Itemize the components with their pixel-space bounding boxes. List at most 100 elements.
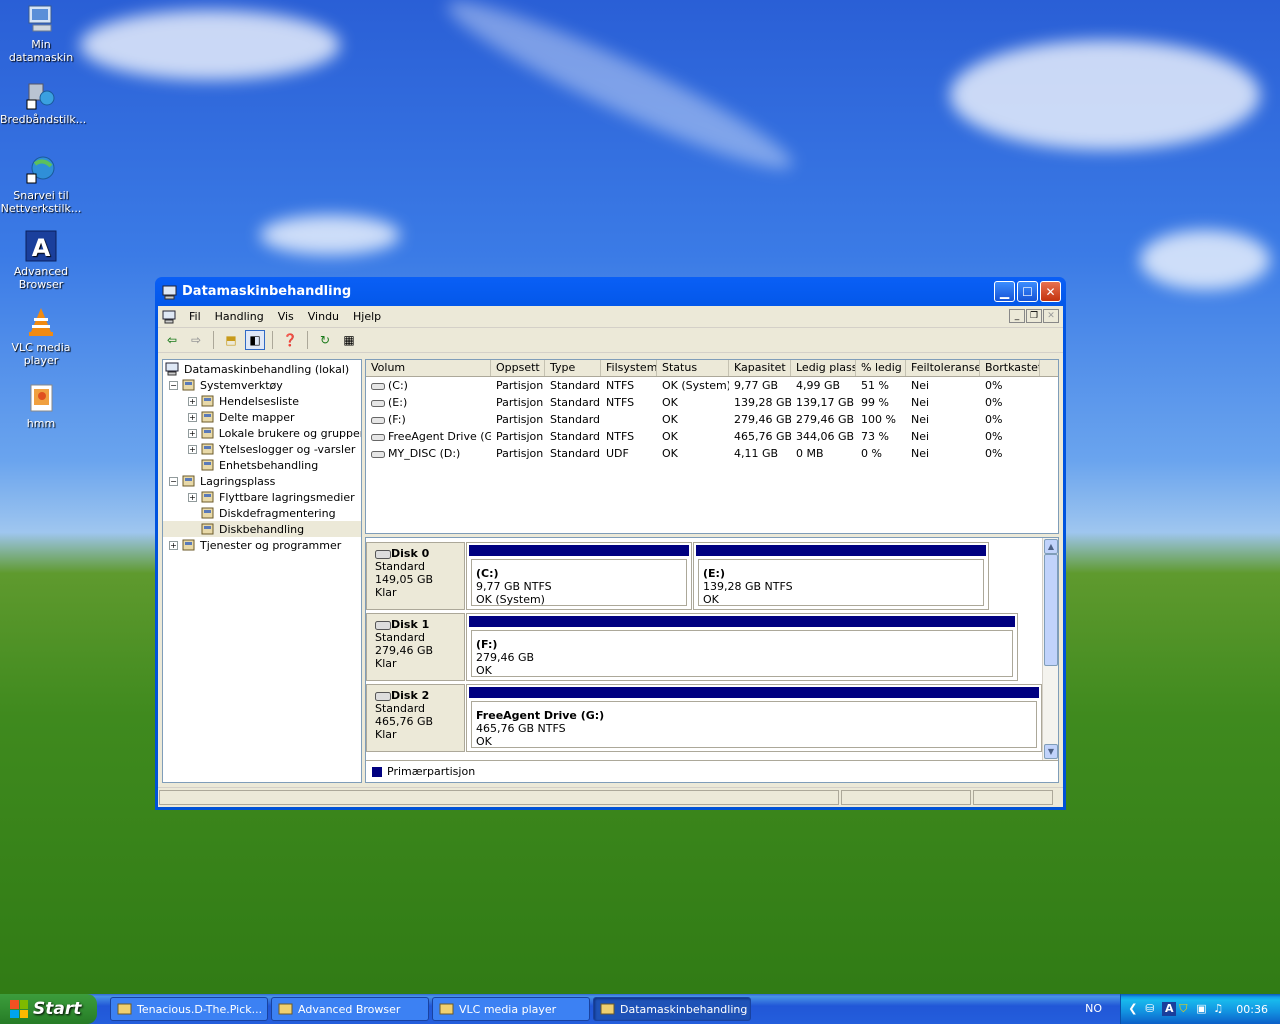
services-icon: [181, 538, 197, 552]
tree-item[interactable]: − Lagringsplass: [163, 473, 361, 489]
tree-item[interactable]: + Flyttbare lagringsmedier: [163, 489, 361, 505]
column-header[interactable]: % ledig: [856, 360, 906, 376]
refresh-button[interactable]: ↻: [315, 330, 335, 350]
column-header[interactable]: Status: [657, 360, 729, 376]
tree-item[interactable]: + Hendelsesliste: [163, 393, 361, 409]
table-row[interactable]: FreeAgent Drive (G:) Partisjon Standard NTF…: [366, 428, 1058, 445]
child-minimize-button[interactable]: _: [1009, 309, 1025, 323]
column-header[interactable]: Type: [545, 360, 601, 376]
tree-item[interactable]: + Tjenester og programmer: [163, 537, 361, 553]
table-cell: 0 %: [856, 445, 906, 462]
desktop-icon-vlc[interactable]: VLC media player: [0, 306, 82, 367]
expand-toggle[interactable]: +: [188, 412, 197, 422]
monitor-tray-icon[interactable]: ▣: [1196, 1002, 1210, 1016]
desktop-icon-advanced-browser[interactable]: A Advanced Browser: [0, 230, 82, 291]
disk-label[interactable]: Disk 1 Standard 279,46 GB Klar: [366, 613, 465, 681]
menu-hjelp[interactable]: Hjelp: [346, 310, 388, 323]
network-tray-icon[interactable]: ⛁: [1145, 1002, 1159, 1016]
expand-toggle[interactable]: −: [169, 380, 178, 390]
expand-toggle[interactable]: [188, 525, 197, 534]
graph-scrollbar[interactable]: ▲ ▼: [1042, 538, 1058, 760]
tree-item[interactable]: − Systemverktøy: [163, 377, 361, 393]
column-header[interactable]: Feiltoleranse: [906, 360, 980, 376]
table-cell: Standard: [545, 428, 601, 445]
table-row[interactable]: MY_DISC (D:) Partisjon Standard UDF OK 4,11 G…: [366, 445, 1058, 462]
column-header[interactable]: Filsystem: [601, 360, 657, 376]
tray-expand-icon[interactable]: ❮: [1128, 1002, 1142, 1016]
scroll-up-button[interactable]: ▲: [1044, 539, 1058, 554]
maximize-button[interactable]: ☐: [1017, 281, 1038, 302]
status-bar: [158, 787, 1063, 807]
tree-item[interactable]: Diskdefragmentering: [163, 505, 361, 521]
expand-toggle[interactable]: −: [169, 476, 178, 486]
minimize-button[interactable]: ▁: [994, 281, 1015, 302]
column-header[interactable]: Kapasitet: [729, 360, 791, 376]
partition-block[interactable]: (F:) 279,46 GB OK: [466, 613, 1018, 681]
security-shield-icon[interactable]: ⛉: [1179, 1002, 1193, 1016]
advanced-browser-tray-icon[interactable]: A: [1162, 1002, 1177, 1016]
help-button[interactable]: ❓: [280, 330, 300, 350]
partition-block[interactable]: (E:) 139,28 GB NTFS OK: [693, 542, 989, 610]
expand-toggle[interactable]: +: [188, 428, 197, 438]
system-menu-icon[interactable]: [162, 310, 178, 324]
desktop-icon-my-computer[interactable]: Min datamaskin: [0, 3, 82, 64]
forward-button[interactable]: ⇨: [186, 330, 206, 350]
child-close-button[interactable]: ✕: [1043, 309, 1059, 323]
taskbar-button[interactable]: Tenacious.D-The.Pick...: [110, 997, 268, 1021]
disk-row[interactable]: Disk 0 Standard 149,05 GB Klar (C:) 9,77 GB N…: [366, 542, 989, 610]
expand-toggle[interactable]: +: [188, 492, 197, 502]
partition-block[interactable]: FreeAgent Drive (G:) 465,76 GB NTFS OK: [466, 684, 1042, 752]
storage-icon: [181, 474, 197, 488]
disk-label[interactable]: Disk 0 Standard 149,05 GB Klar: [366, 542, 465, 610]
menu-vindu[interactable]: Vindu: [301, 310, 346, 323]
disk-row[interactable]: Disk 2 Standard 465,76 GB Klar FreeAgent Dri…: [366, 684, 1042, 752]
cloud: [260, 215, 400, 255]
desktop-icon-network-shortcut[interactable]: Snarvei til Nettverkstilk...: [0, 154, 82, 215]
tree-item[interactable]: + Ytelseslogger og -varsler: [163, 441, 361, 457]
column-header[interactable]: Oppsett: [491, 360, 545, 376]
child-restore-button[interactable]: ❐: [1026, 309, 1042, 323]
desktop-icon-broadband[interactable]: Bredbåndstilk...: [0, 78, 86, 126]
taskbar-button[interactable]: Advanced Browser: [271, 997, 429, 1021]
window-title: Datamaskinbehandling: [182, 284, 352, 299]
start-button[interactable]: Start: [0, 994, 97, 1024]
expand-toggle[interactable]: [188, 461, 197, 470]
close-button[interactable]: ✕: [1040, 281, 1061, 302]
table-row[interactable]: (C:) Partisjon Standard NTFS OK (System) 9,77…: [366, 377, 1058, 394]
taskbar-button[interactable]: VLC media player: [432, 997, 590, 1021]
up-one-level-button[interactable]: ⬒: [221, 330, 241, 350]
tree-item-label: Lokale brukere og grupper: [218, 426, 362, 440]
title-bar[interactable]: Datamaskinbehandling ▁ ☐ ✕: [158, 277, 1063, 306]
disk-row[interactable]: Disk 1 Standard 279,46 GB Klar (F:) 279,46 GB…: [366, 613, 1018, 681]
disk-label[interactable]: Disk 2 Standard 465,76 GB Klar: [366, 684, 465, 752]
back-button[interactable]: ⇦: [162, 330, 182, 350]
language-indicator[interactable]: NO: [1085, 1002, 1102, 1015]
scroll-thumb[interactable]: [1044, 554, 1058, 666]
column-header[interactable]: Ledig plass: [791, 360, 856, 376]
volume-tray-icon[interactable]: ♫: [1213, 1002, 1227, 1016]
scroll-down-button[interactable]: ▼: [1044, 744, 1058, 759]
clock[interactable]: 00:36: [1236, 1003, 1268, 1016]
column-header[interactable]: Bortkastet: [980, 360, 1040, 376]
column-header[interactable]: Volum: [366, 360, 491, 376]
expand-toggle[interactable]: +: [188, 444, 197, 454]
table-cell: Partisjon: [491, 428, 545, 445]
desktop-icon-hmm[interactable]: hmm: [0, 382, 82, 430]
tree-item-root[interactable]: Datamaskinbehandling (lokal): [163, 361, 361, 377]
tree-item[interactable]: + Lokale brukere og grupper: [163, 425, 361, 441]
partition-block[interactable]: (C:) 9,77 GB NTFS OK (System): [466, 542, 692, 610]
show-hide-tree-button[interactable]: ◧: [245, 330, 265, 350]
tree-item[interactable]: Enhetsbehandling: [163, 457, 361, 473]
menu-handling[interactable]: Handling: [208, 310, 271, 323]
expand-toggle[interactable]: +: [169, 540, 178, 550]
tree-item[interactable]: + Delte mapper: [163, 409, 361, 425]
menu-vis[interactable]: Vis: [271, 310, 301, 323]
expand-toggle[interactable]: [188, 509, 197, 518]
menu-fil[interactable]: Fil: [182, 310, 208, 323]
tree-item[interactable]: Diskbehandling: [163, 521, 361, 537]
table-row[interactable]: (E:) Partisjon Standard NTFS OK 139,28 GB 139,…: [366, 394, 1058, 411]
properties-button[interactable]: ▦: [339, 330, 359, 350]
table-row[interactable]: (F:) Partisjon Standard OK 279,46 GB 279,46 G…: [366, 411, 1058, 428]
taskbar-button[interactable]: Datamaskinbehandling: [593, 997, 751, 1021]
expand-toggle[interactable]: +: [188, 396, 197, 406]
